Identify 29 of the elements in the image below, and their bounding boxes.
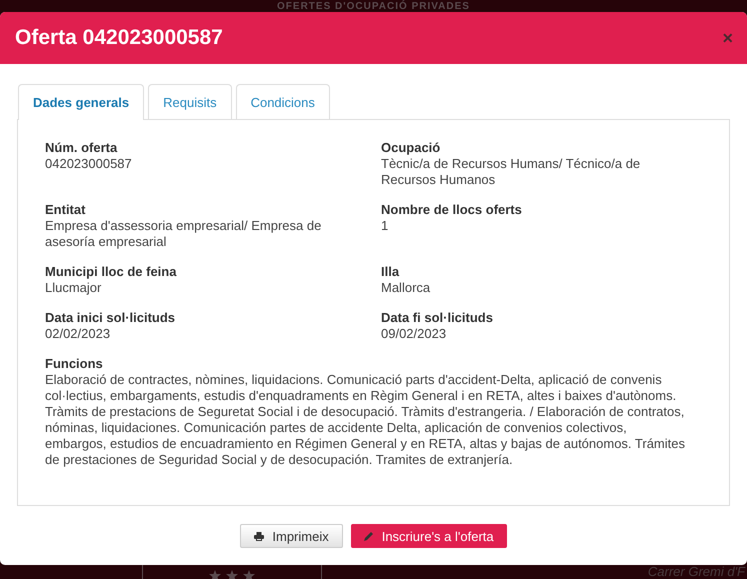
field-value: Elaboració de contractes, nòmines, liquidacions. Comunicació parts d'accident-Delta, aplicació de convenis col·lectius, embargaments, estudis d'enquadraments en Règim General i en RETA, altes i baixes d'autònoms. Tràmits de prestacions de Seguretat Social i de desocupació. Tràmits d'estrangeria. / Elaboración de contratos, nóminas, liquidaciones. Comunicación partes de accidente Delta, aplicación de convenios colectivos, embargos, estudios de encuadramiento en Régimen General y en RETA, altas y bajas de autónomos. Trámites de prestaciones de Seguridad Social y de desocupación. Tramites de extranjería. [45, 372, 685, 468]
print-button[interactable]: Imprimeix [240, 524, 343, 548]
close-button[interactable]: × [722, 29, 733, 47]
field-value: Empresa d'assessoria empresarial/ Empresa de asesoría empresarial [45, 218, 322, 250]
stars-icon [209, 570, 255, 579]
dialog-title: Oferta 042023000587 [15, 26, 224, 50]
field-value: 02/02/2023 [45, 326, 112, 342]
field-label: Núm. oferta [45, 140, 118, 156]
tab[interactable]: Requisits [148, 84, 232, 119]
field-value: Tècnic/a de Recursos Humans/ Técnico/a de Recursos Humanos [381, 156, 642, 188]
field-label: Funcions [45, 356, 104, 372]
tab[interactable]: Condicions [236, 84, 330, 119]
field-value: Llucmajor [45, 280, 102, 296]
printer-icon [254, 532, 264, 540]
field-label: Ocupació [381, 140, 442, 156]
field-label: Data inici sol·licituds [45, 310, 176, 326]
field-value: 09/02/2023 [381, 326, 448, 342]
field-value: Mallorca [381, 280, 432, 296]
field-label: Nombre de llocs oferts [381, 202, 523, 218]
field-label: Entitat [45, 202, 86, 218]
page-heading: OFERTES D'OCUPACIÓ PRIVADES [276, 1, 471, 12]
apply-button[interactable]: Inscriure's a l'oferta [350, 524, 507, 548]
field-label: Municipi lloc de feina [45, 264, 178, 280]
tab[interactable]: Dades generals [18, 84, 144, 120]
field-value: 042023000587 [45, 156, 133, 172]
field-value: 1 [381, 218, 390, 234]
pencil-icon [364, 531, 374, 541]
field-label: Data fi sol·licituds [381, 310, 494, 326]
field-label: Illa [381, 264, 400, 280]
